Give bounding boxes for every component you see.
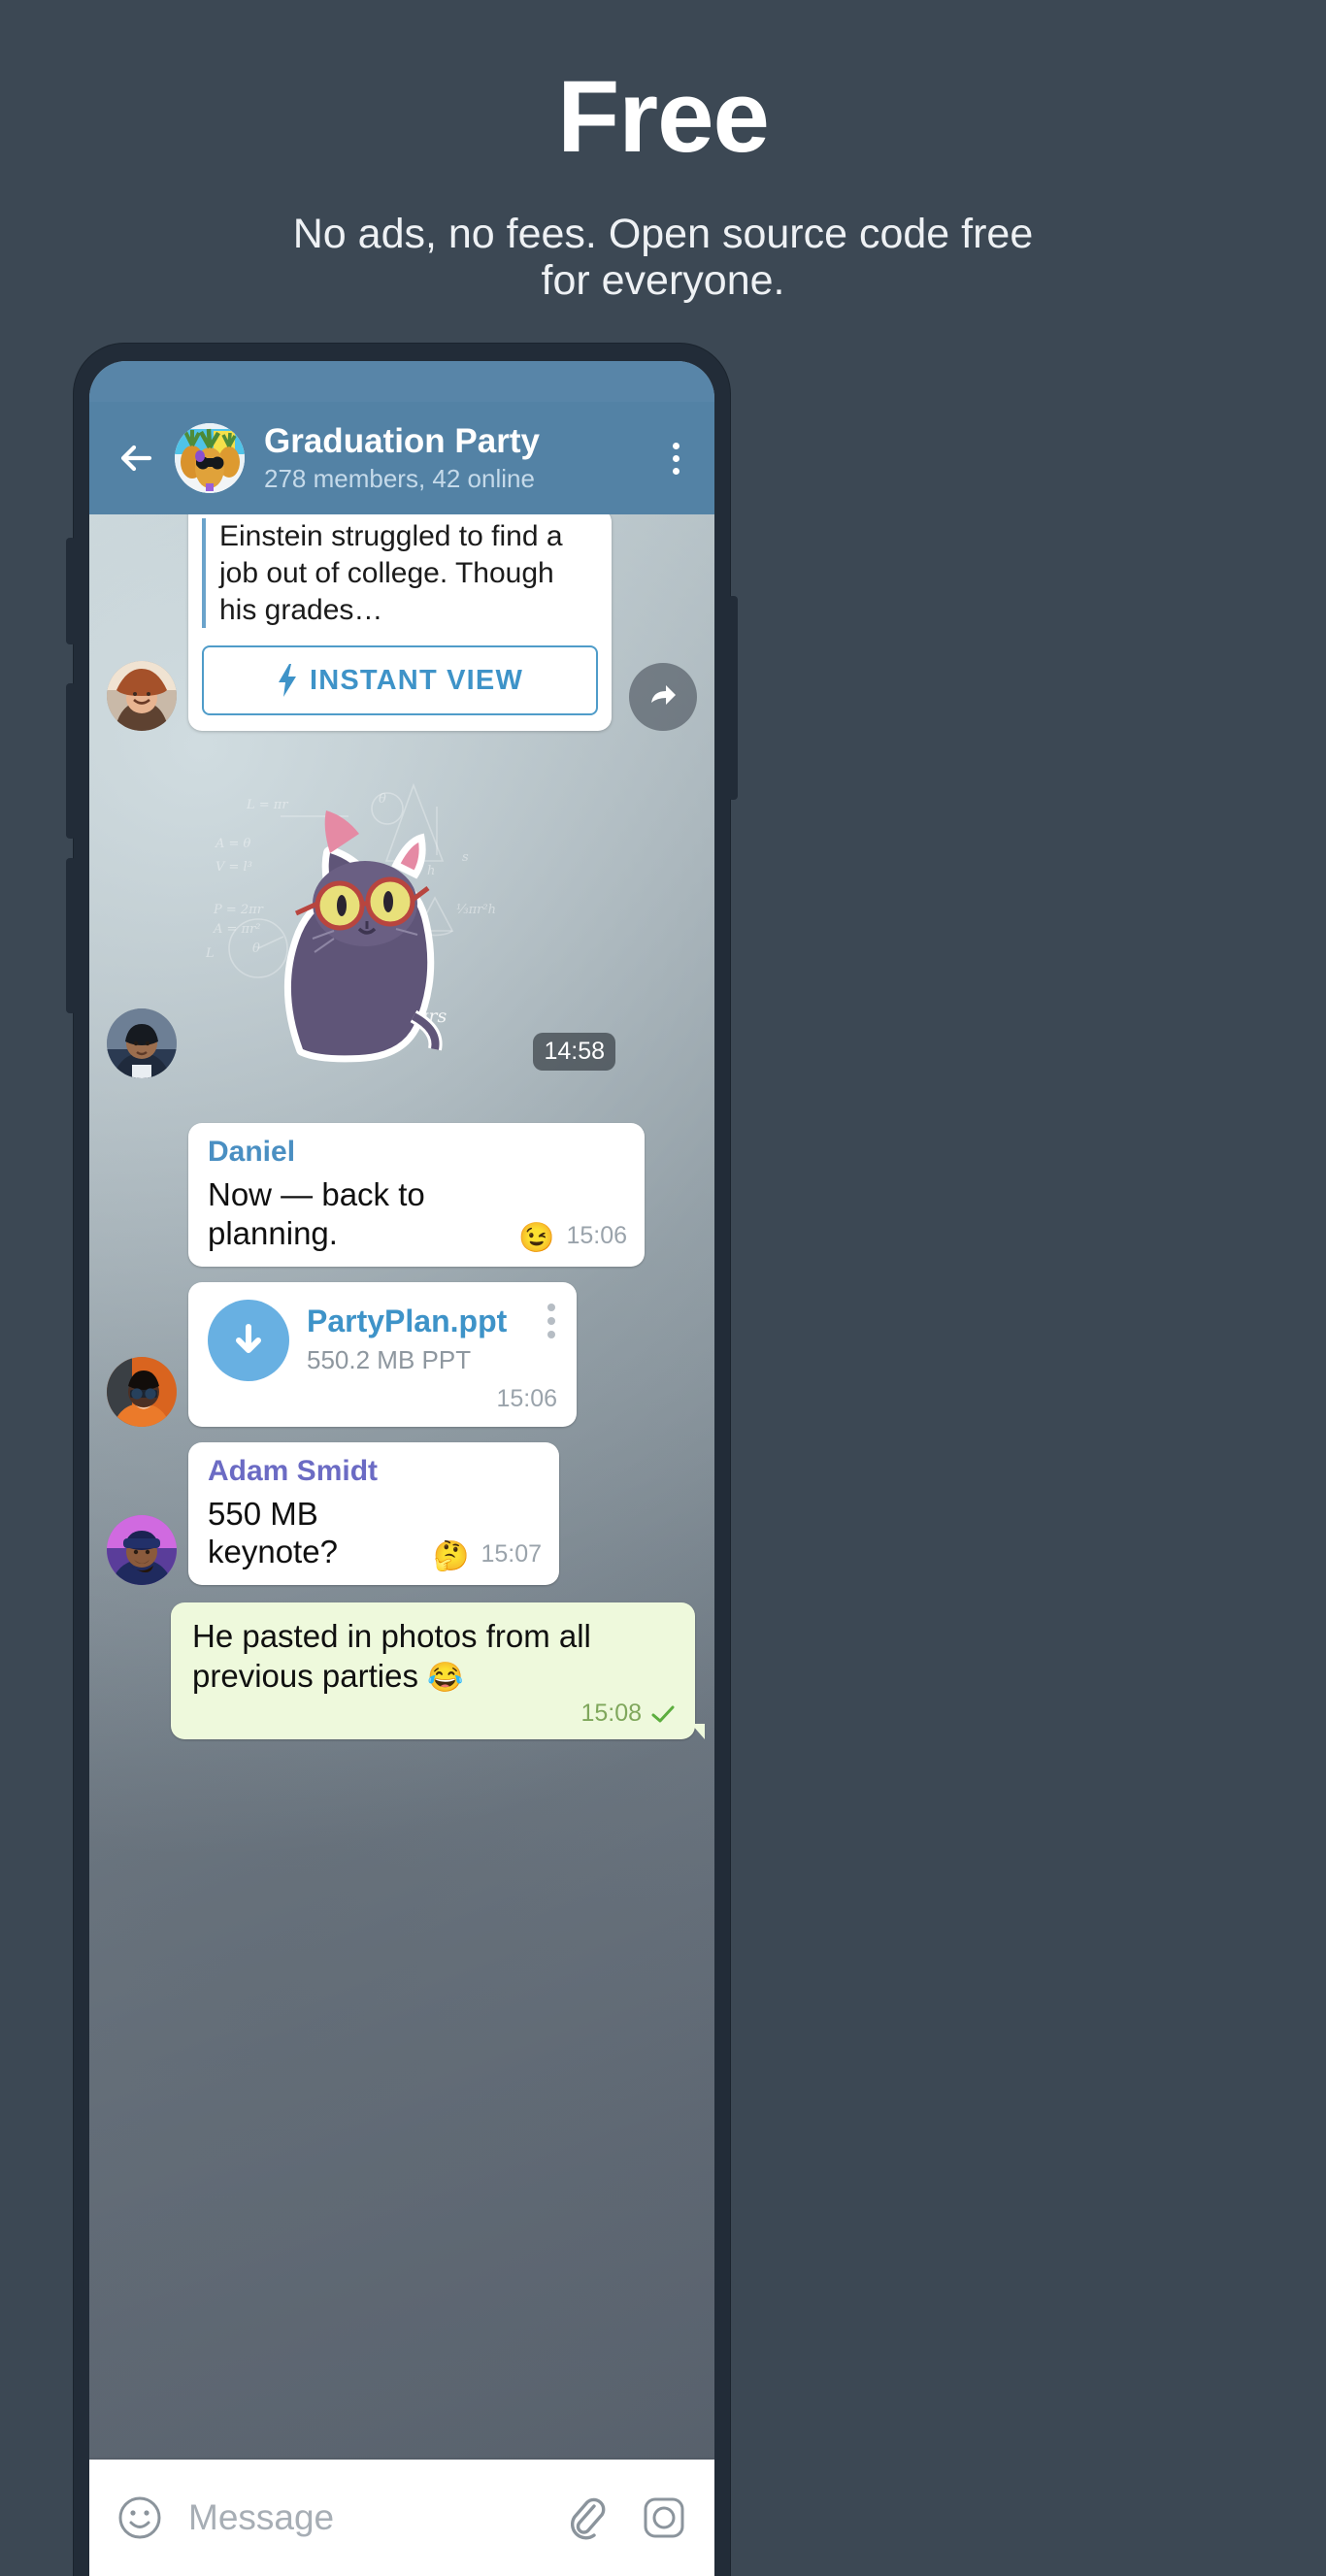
message-text: He pasted in photos from all previous pa… (192, 1617, 591, 1695)
status-bar (89, 361, 714, 402)
group-avatar-pineapples[interactable] (175, 423, 245, 493)
file-message-bubble[interactable]: PartyPlan.ppt 550.2 MB PPT 15:06 (188, 1281, 577, 1427)
message-sender: Daniel (208, 1136, 296, 1169)
message-input-bar[interactable]: Message (89, 2460, 714, 2576)
chat-app-bar: Graduation Party 278 members, 42 online (89, 402, 714, 514)
file-meta: 550.2 MB PPT (307, 1345, 472, 1375)
phone-button-mute (66, 538, 76, 644)
message-timestamp: 15:06 (566, 1221, 627, 1249)
search-input[interactable]: Message (188, 2497, 565, 2538)
link-preview-text: Einstein struggled to find a job out of … (202, 518, 598, 629)
page-subtitle: No ads, no fees. Open source code free f… (292, 211, 1034, 305)
svg-text:s: s (462, 850, 469, 865)
svg-text:L = πr: L = πr (246, 798, 288, 812)
chat-title: Graduation Party (264, 421, 540, 460)
message-text: 550 MB keynote? (208, 1495, 338, 1570)
single-check-icon (650, 1704, 676, 1724)
svg-text:θ: θ (379, 792, 386, 807)
instant-view-button[interactable]: INSTANT VIEW (202, 645, 598, 716)
svg-text:A = πr²: A = πr² (213, 922, 261, 937)
message-row-text: Adam Smidt 550 MB keynote? 🤔 15:07 (89, 1441, 714, 1585)
message-list[interactable]: Einstein struggled to find a job out of … (89, 514, 714, 2460)
avatar-placeholder (107, 1197, 177, 1267)
message-row-text: Daniel Now — back to planning. 😉 15:06 (89, 1123, 714, 1267)
svg-text:θ: θ (252, 941, 260, 956)
message-timestamp: 15:08 (580, 1700, 642, 1728)
sticker-math-cat-glasses[interactable]: L = πr θ A = θ V = l³ P = 2πr A = πr² L … (188, 758, 615, 1078)
message-bubble[interactable]: Adam Smidt 550 MB keynote? 🤔 15:07 (188, 1441, 559, 1585)
download-arrow-icon[interactable] (208, 1299, 289, 1381)
message-timestamp: 15:07 (481, 1539, 542, 1568)
sticker-timestamp: 14:58 (533, 1033, 615, 1072)
phone-button-volume-down (66, 858, 76, 1013)
message-timestamp: 15:06 (496, 1384, 557, 1412)
avatar[interactable] (107, 1008, 177, 1079)
instant-view-label: INSTANT VIEW (309, 664, 524, 696)
avatar[interactable] (107, 1356, 177, 1427)
lightning-bolt-icon (277, 664, 298, 698)
chat-header-titles[interactable]: Graduation Party 278 members, 42 online (264, 422, 658, 494)
message-row-file: PartyPlan.ppt 550.2 MB PPT 15:06 (89, 1281, 714, 1427)
outgoing-message-bubble[interactable]: He pasted in photos from all previous pa… (171, 1602, 705, 1740)
message-bubble[interactable]: Daniel Now — back to planning. 😉 15:06 (188, 1123, 645, 1267)
phone-screen: Graduation Party 278 members, 42 online (89, 361, 714, 2576)
avatar[interactable] (107, 1514, 177, 1585)
smiley-face-icon[interactable] (116, 2494, 163, 2541)
message-row-outgoing: He pasted in photos from all previous pa… (89, 1602, 714, 1740)
overflow-menu-icon[interactable] (658, 433, 693, 483)
paperclip-icon[interactable] (565, 2494, 608, 2541)
forward-arrow-icon[interactable] (629, 663, 697, 732)
message-emoji: 😂 (427, 1662, 464, 1695)
chat-subtitle: 278 members, 42 online (264, 464, 535, 494)
arrow-left-icon[interactable] (111, 433, 161, 483)
svg-text:P = 2πr: P = 2πr (213, 903, 264, 917)
link-preview-bubble[interactable]: Einstein struggled to find a job out of … (188, 514, 612, 732)
svg-text:L: L (205, 946, 215, 961)
message-row-link-preview: Einstein struggled to find a job out of … (89, 514, 714, 732)
svg-text:V = l³: V = l³ (215, 860, 252, 875)
svg-text:h: h (427, 864, 435, 878)
svg-text:⅓πr²h: ⅓πr²h (456, 903, 496, 917)
phone-button-volume-up (66, 683, 76, 839)
phone-frame: Graduation Party 278 members, 42 online (66, 344, 738, 2576)
avatar[interactable] (107, 661, 177, 732)
page-title: Free (557, 60, 770, 174)
message-emoji: 😉 (518, 1221, 555, 1254)
camera-icon[interactable] (641, 2494, 687, 2541)
message-sender: Adam Smidt (208, 1454, 379, 1487)
phone-button-power (728, 596, 738, 800)
svg-text:A = θ: A = θ (215, 837, 251, 851)
message-row-sticker: L = πr θ A = θ V = l³ P = 2πr A = πr² L … (89, 758, 714, 1079)
kebab-menu-icon[interactable] (547, 1300, 557, 1338)
message-emoji: 🤔 (433, 1539, 470, 1572)
file-name[interactable]: PartyPlan.ppt (307, 1304, 547, 1339)
message-text: Now — back to planning. (208, 1176, 425, 1251)
promo-header: Free No ads, no fees. Open source code f… (0, 0, 1326, 304)
